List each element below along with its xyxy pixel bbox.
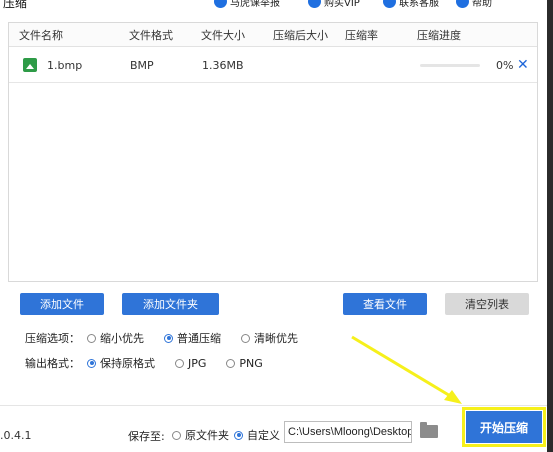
title-bar: 压缩 马虎课举报 购买VIP 联系客服 帮助 — [0, 0, 553, 20]
compress-options-label: 压缩选项： — [25, 332, 80, 345]
window-title: 压缩 — [3, 0, 28, 10]
nav-item-buy-vip[interactable]: 购买VIP — [308, 0, 360, 9]
radio-circle-selected — [87, 358, 96, 368]
save-to-label: 保存至: — [128, 430, 165, 443]
radio-circle — [175, 358, 184, 368]
compress-options-row: 压缩选项： 缩小优先 普通压缩 清晰优先 — [25, 329, 318, 347]
col-format: 文件格式 — [129, 28, 173, 42]
save-path-input[interactable] — [284, 421, 412, 443]
radio-smaller-first[interactable]: 缩小优先 — [87, 330, 144, 346]
radio-circle — [87, 333, 96, 343]
file-format-cell: BMP — [130, 58, 154, 72]
image-file-icon — [23, 58, 37, 72]
add-folder-button[interactable]: 添加文件夹 — [122, 293, 219, 315]
view-file-button[interactable]: 查看文件 — [343, 293, 427, 315]
progress-text: 0% — [496, 58, 514, 72]
radio-circle — [172, 430, 181, 440]
file-name-cell: 1.bmp — [23, 47, 82, 83]
start-compress-button[interactable]: 开始压缩 — [466, 411, 542, 443]
table-header: 文件名称 文件格式 文件大小 压缩后大小 压缩率 压缩进度 — [9, 23, 537, 47]
table-row[interactable]: 1.bmp BMP 1.36MB 0% ✕ — [9, 47, 537, 83]
radio-circle — [241, 333, 250, 343]
arrow-head — [444, 390, 462, 404]
progress-bar — [420, 63, 480, 67]
window-edge — [547, 0, 553, 452]
file-table: 文件名称 文件格式 文件大小 压缩后大小 压缩率 压缩进度 1.bmp BMP … — [8, 22, 538, 282]
radio-circle-selected — [234, 430, 243, 440]
user-icon — [214, 0, 227, 8]
remove-file-icon[interactable]: ✕ — [517, 47, 529, 83]
radio-clarity-first[interactable]: 清晰优先 — [241, 330, 298, 346]
arrow-line — [351, 335, 453, 399]
output-format-row: 输出格式： 保持原格式 JPG PNG — [25, 354, 283, 372]
nav-item-contact[interactable]: 联系客服 — [383, 0, 439, 9]
add-file-button[interactable]: 添加文件 — [20, 293, 104, 315]
radio-original-folder[interactable]: 原文件夹 — [172, 427, 229, 443]
col-size: 文件大小 — [201, 28, 245, 42]
radio-keep-format[interactable]: 保持原格式 — [87, 355, 155, 371]
file-size-cell: 1.36MB — [202, 58, 244, 72]
progress-cell — [420, 47, 480, 83]
version-text: .0.4.1 — [0, 429, 32, 442]
nav-item-report[interactable]: 马虎课举报 — [214, 0, 280, 9]
col-name: 文件名称 — [19, 28, 63, 42]
radio-circle-selected — [164, 333, 173, 343]
radio-normal[interactable]: 普通压缩 — [164, 330, 221, 346]
clear-list-button[interactable]: 清空列表 — [445, 293, 529, 315]
service-icon — [383, 0, 396, 8]
help-icon — [456, 0, 469, 8]
radio-png[interactable]: PNG — [226, 357, 263, 370]
col-progress: 压缩进度 — [417, 28, 461, 42]
radio-custom-folder[interactable]: 自定义 — [234, 427, 280, 443]
nav-item-help[interactable]: 帮助 — [456, 0, 492, 9]
output-format-label: 输出格式： — [25, 357, 80, 370]
folder-icon[interactable] — [420, 422, 438, 438]
radio-jpg[interactable]: JPG — [175, 357, 206, 370]
col-compressed-size: 压缩后大小 — [273, 28, 328, 42]
cart-icon — [308, 0, 321, 8]
radio-circle — [226, 358, 236, 368]
col-ratio: 压缩率 — [345, 28, 378, 42]
